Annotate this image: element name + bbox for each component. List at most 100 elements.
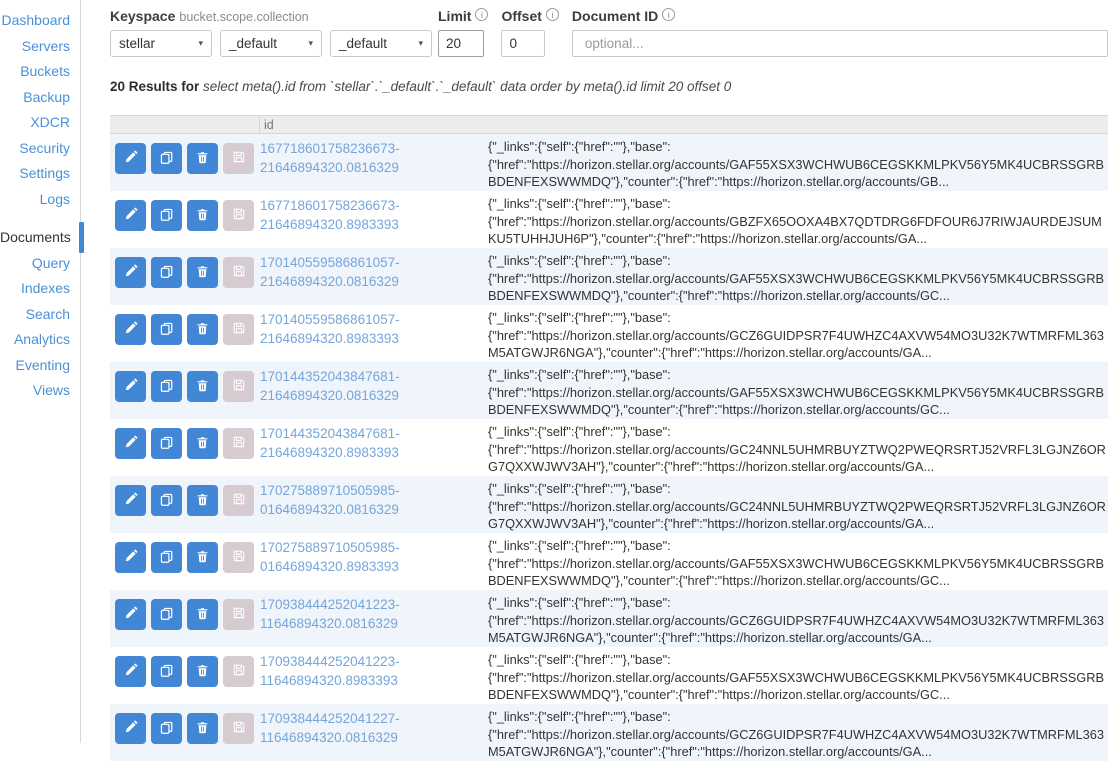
document-id-link[interactable]: 170938444252041227-11646894320.0816329 xyxy=(260,704,488,761)
delete-document-button[interactable] xyxy=(187,542,218,573)
query-controls: Keyspacebucket.scope.collection stellar … xyxy=(110,8,1108,57)
documents-main-panel: Keyspacebucket.scope.collection stellar … xyxy=(81,0,1108,743)
document-json-preview: {"_links":{"self":{"href":""},"base": {"… xyxy=(488,590,1108,647)
sidebar-item-buckets[interactable]: Buckets xyxy=(0,59,80,85)
document-id-label: Document ID xyxy=(572,8,658,24)
bucket-select[interactable]: stellar ▾ xyxy=(110,30,212,57)
document-id-link[interactable]: 170140559586861057-21646894320.8983393 xyxy=(260,305,488,362)
edit-document-button[interactable] xyxy=(115,314,146,345)
edit-document-button[interactable] xyxy=(115,599,146,630)
delete-document-button[interactable] xyxy=(187,371,218,402)
document-id-link[interactable]: 167718601758236673-21646894320.0816329 xyxy=(260,134,488,191)
row-actions xyxy=(110,134,260,191)
sidebar-item-indexes[interactable]: Indexes xyxy=(0,276,80,302)
table-row: 170938444252041223-11646894320.8983393 {… xyxy=(110,647,1108,704)
document-id-input[interactable] xyxy=(572,30,1108,57)
copy-document-button[interactable] xyxy=(151,143,182,174)
document-id-link[interactable]: 170275889710505985-01646894320.0816329 xyxy=(260,476,488,533)
pencil-icon xyxy=(124,606,138,623)
document-id-link[interactable]: 170144352043847681-21646894320.0816329 xyxy=(260,362,488,419)
trash-icon xyxy=(196,493,209,509)
offset-field-group: Offseti xyxy=(501,8,558,57)
sidebar-item-settings[interactable]: Settings xyxy=(0,161,80,187)
table-row: 167718601758236673-21646894320.8983393 {… xyxy=(110,191,1108,248)
save-document-button xyxy=(223,314,254,345)
sidebar-item-eventing[interactable]: Eventing xyxy=(0,353,80,379)
copy-document-button[interactable] xyxy=(151,257,182,288)
sidebar-item-documents[interactable]: Documents xyxy=(0,225,80,251)
copy-icon xyxy=(159,606,174,624)
offset-label: Offset xyxy=(501,8,541,24)
copy-document-button[interactable] xyxy=(151,200,182,231)
edit-document-button[interactable] xyxy=(115,257,146,288)
document-id-link[interactable]: 170275889710505985-01646894320.8983393 xyxy=(260,533,488,590)
edit-document-button[interactable] xyxy=(115,428,146,459)
pencil-icon xyxy=(124,549,138,566)
sidebar-item-label: Servers xyxy=(22,38,70,54)
scope-select[interactable]: _default ▾ xyxy=(220,30,322,57)
floppy-save-icon xyxy=(232,492,246,509)
row-actions xyxy=(110,419,260,476)
edit-document-button[interactable] xyxy=(115,656,146,687)
delete-document-button[interactable] xyxy=(187,143,218,174)
edit-document-button[interactable] xyxy=(115,485,146,516)
copy-document-button[interactable] xyxy=(151,713,182,744)
copy-document-button[interactable] xyxy=(151,599,182,630)
copy-document-button[interactable] xyxy=(151,428,182,459)
sidebar-item-search[interactable]: Search xyxy=(0,302,80,328)
delete-document-button[interactable] xyxy=(187,428,218,459)
copy-icon xyxy=(159,321,174,339)
copy-document-button[interactable] xyxy=(151,485,182,516)
delete-document-button[interactable] xyxy=(187,200,218,231)
copy-document-button[interactable] xyxy=(151,656,182,687)
limit-input[interactable] xyxy=(438,30,484,57)
table-row: 170938444252041223-11646894320.0816329 {… xyxy=(110,590,1108,647)
sidebar-item-servers[interactable]: Servers xyxy=(0,34,80,60)
document-id-link[interactable]: 170144352043847681-21646894320.8983393 xyxy=(260,419,488,476)
sidebar-item-label: Dashboard xyxy=(2,12,71,28)
document-id-link[interactable]: 170140559586861057-21646894320.0816329 xyxy=(260,248,488,305)
sidebar-item-analytics[interactable]: Analytics xyxy=(0,327,80,353)
sidebar-item-label: Indexes xyxy=(21,280,70,296)
delete-document-button[interactable] xyxy=(187,257,218,288)
collection-select-value: _default xyxy=(339,36,387,51)
sidebar-item-label: Documents xyxy=(0,229,71,245)
sidebar-item-label: Eventing xyxy=(16,357,70,373)
document-id-link[interactable]: 167718601758236673-21646894320.8983393 xyxy=(260,191,488,248)
edit-document-button[interactable] xyxy=(115,200,146,231)
document-id-link[interactable]: 170938444252041223-11646894320.0816329 xyxy=(260,590,488,647)
edit-document-button[interactable] xyxy=(115,143,146,174)
delete-document-button[interactable] xyxy=(187,656,218,687)
collection-select[interactable]: _default ▾ xyxy=(330,30,432,57)
edit-document-button[interactable] xyxy=(115,371,146,402)
sidebar-item-security[interactable]: Security xyxy=(0,136,80,162)
copy-document-button[interactable] xyxy=(151,371,182,402)
edit-document-button[interactable] xyxy=(115,713,146,744)
info-icon: i xyxy=(546,8,559,21)
copy-icon xyxy=(159,549,174,567)
copy-icon xyxy=(159,378,174,396)
delete-document-button[interactable] xyxy=(187,713,218,744)
trash-icon xyxy=(196,322,209,338)
sidebar-item-views[interactable]: Views xyxy=(0,378,80,404)
sidebar-item-xdcr[interactable]: XDCR xyxy=(0,110,80,136)
delete-document-button[interactable] xyxy=(187,485,218,516)
sidebar-item-label: Views xyxy=(33,382,70,398)
delete-document-button[interactable] xyxy=(187,314,218,345)
sidebar-item-query[interactable]: Query xyxy=(0,251,80,277)
table-row: 167718601758236673-21646894320.0816329 {… xyxy=(110,134,1108,191)
copy-document-button[interactable] xyxy=(151,542,182,573)
sidebar-item-dashboard[interactable]: Dashboard xyxy=(0,8,80,34)
chevron-down-icon: ▾ xyxy=(198,38,203,49)
trash-icon xyxy=(196,265,209,281)
sidebar-item-backup[interactable]: Backup xyxy=(0,85,80,111)
document-json-preview: {"_links":{"self":{"href":""},"base": {"… xyxy=(488,134,1108,191)
sidebar-item-logs[interactable]: Logs xyxy=(0,187,80,213)
edit-document-button[interactable] xyxy=(115,542,146,573)
offset-input[interactable] xyxy=(501,30,545,57)
delete-document-button[interactable] xyxy=(187,599,218,630)
sidebar-item-label: Logs xyxy=(40,191,70,207)
pencil-icon xyxy=(124,435,138,452)
copy-document-button[interactable] xyxy=(151,314,182,345)
document-id-link[interactable]: 170938444252041223-11646894320.8983393 xyxy=(260,647,488,704)
